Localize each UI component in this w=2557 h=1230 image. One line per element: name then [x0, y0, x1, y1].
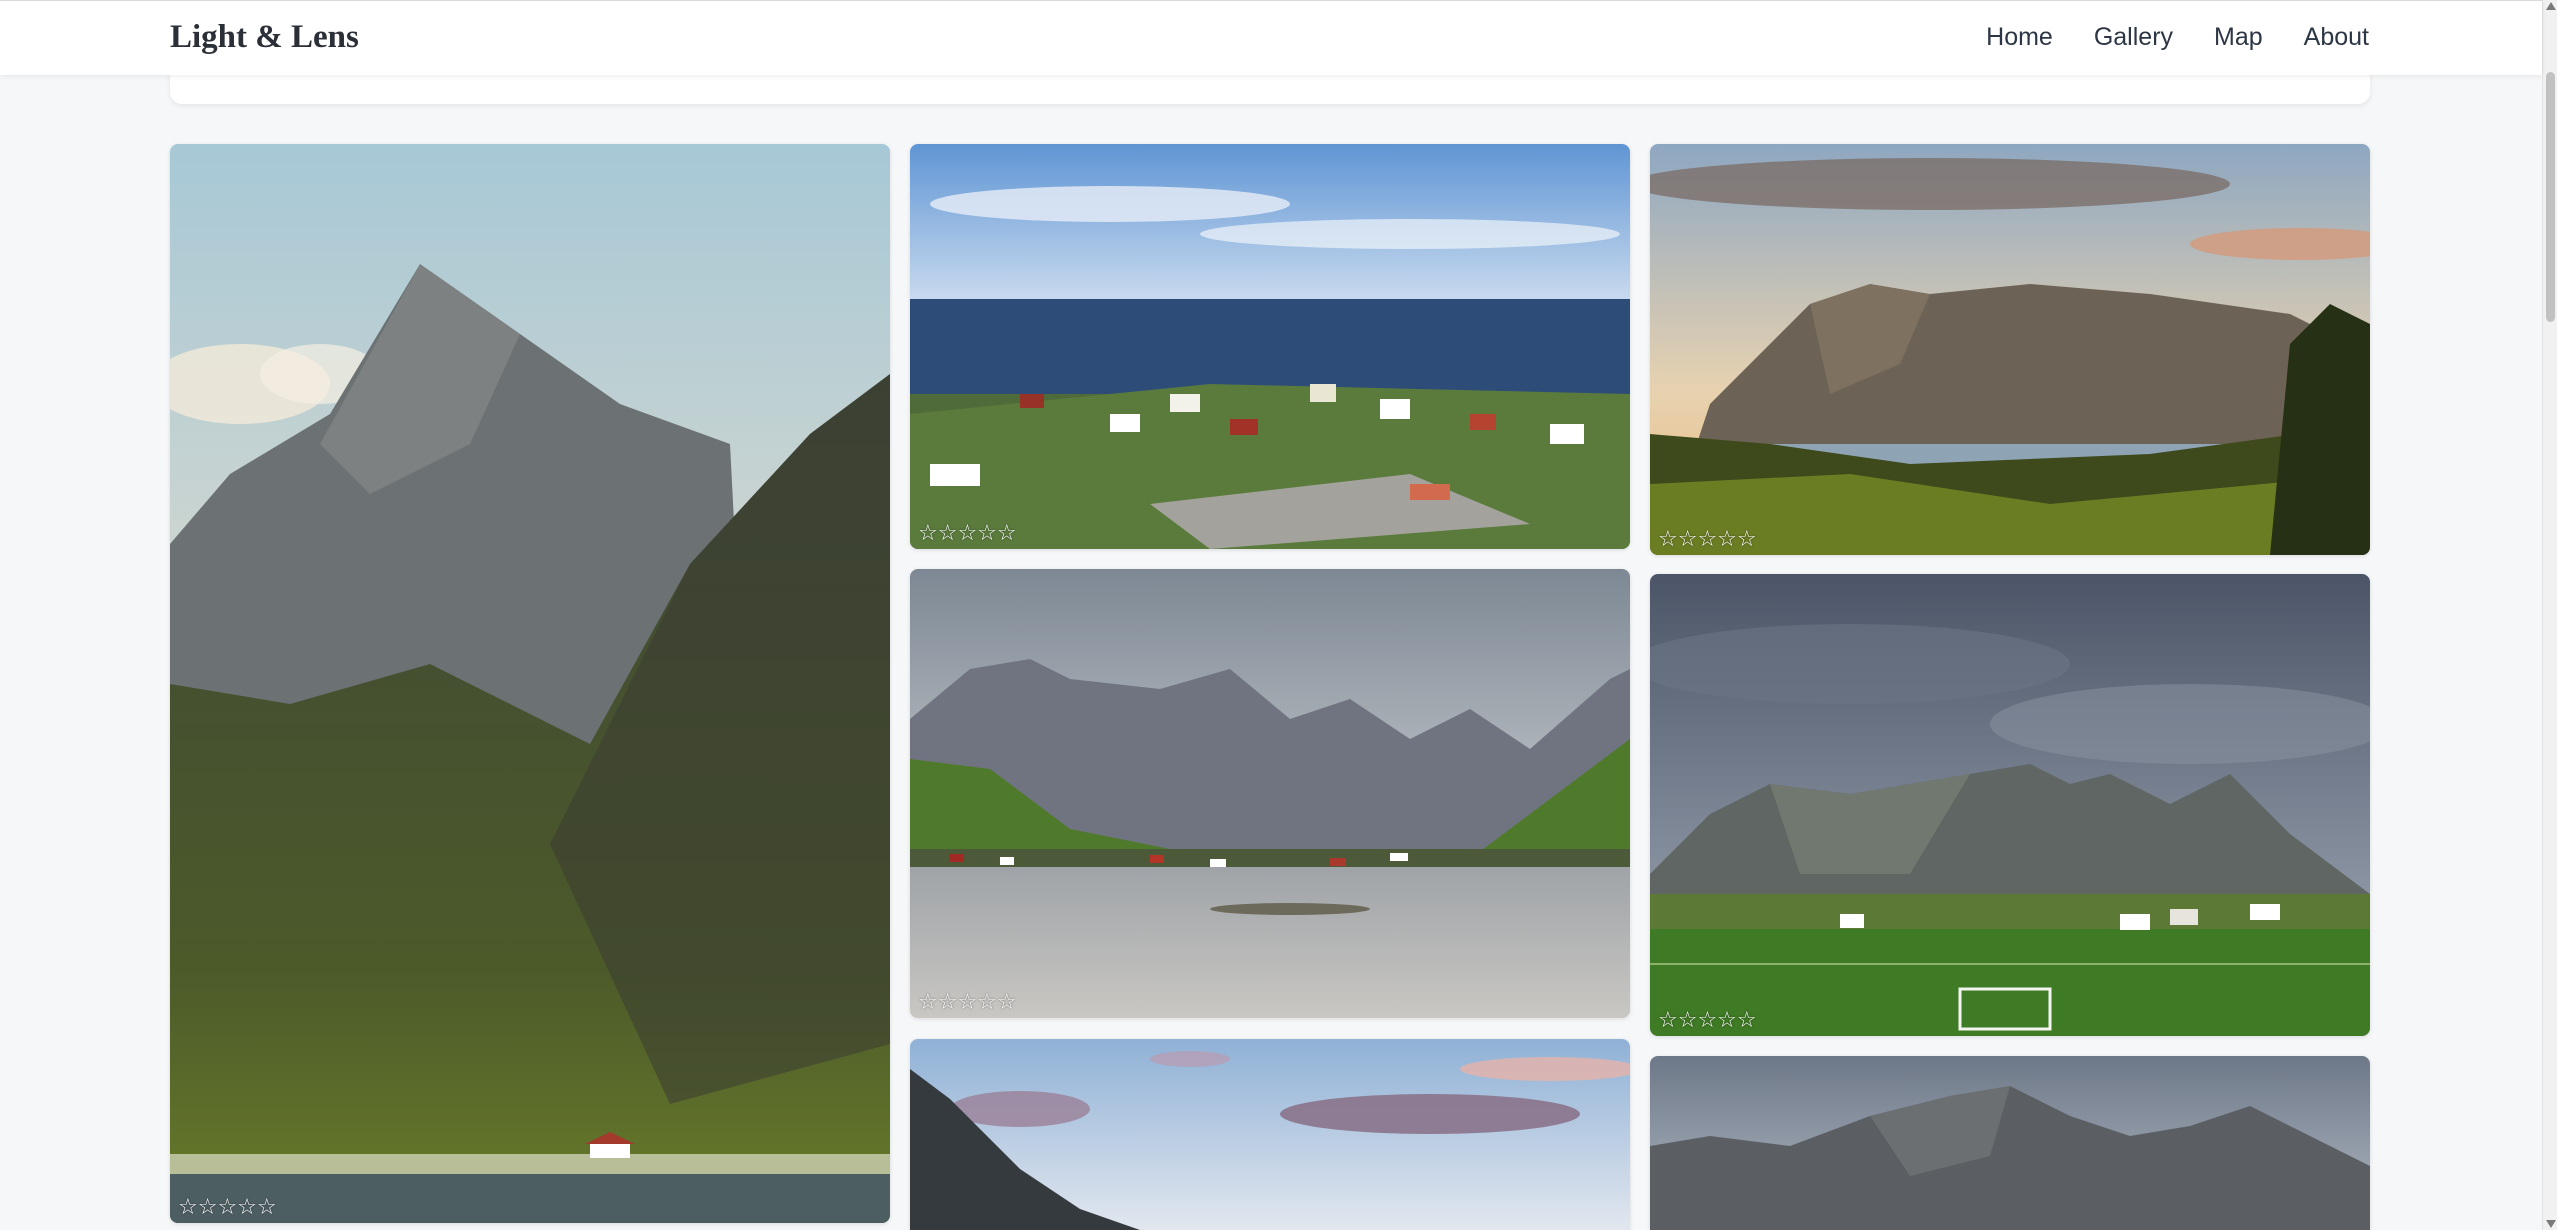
empty-star-icon[interactable]: ☆☆☆☆☆ [918, 523, 1017, 545]
coastal-village-photo [910, 144, 1630, 549]
rating-stars[interactable]: ☆☆☆☆☆ [1658, 529, 1757, 551]
empty-star-icon[interactable]: ☆☆☆☆☆ [918, 992, 1017, 1014]
photo-card-mountain-peak[interactable]: ☆☆☆☆☆ [170, 144, 890, 1223]
nav-links: Home Gallery Map About [1986, 23, 2369, 52]
sunset-mountain-photo [1650, 144, 2370, 555]
empty-star-icon[interactable]: ☆☆☆☆☆ [1658, 529, 1757, 551]
rocky-peaks-photo [1650, 1056, 2370, 1230]
nav-link-about[interactable]: About [2304, 23, 2369, 52]
vertical-scrollbar[interactable] [2542, 0, 2557, 1230]
nav-link-map[interactable]: Map [2214, 23, 2263, 52]
rating-stars[interactable]: ☆☆☆☆☆ [918, 523, 1017, 545]
scroll-down-arrow-icon[interactable] [2546, 1220, 2556, 1228]
scroll-up-arrow-icon[interactable] [2546, 2, 2556, 10]
photo-card-football-field[interactable]: ☆☆☆☆☆ [1650, 574, 2370, 1036]
pink-clouds-photo [910, 1039, 1630, 1230]
photo-card-coastal-village[interactable]: ☆☆☆☆☆ [910, 144, 1630, 549]
fjord-village-photo [910, 569, 1630, 1018]
navbar: Light & Lens Home Gallery Map About [0, 0, 2542, 75]
rating-stars[interactable]: ☆☆☆☆☆ [918, 992, 1017, 1014]
empty-star-icon[interactable]: ☆☆☆☆☆ [1658, 1010, 1757, 1032]
rating-stars[interactable]: ☆☆☆☆☆ [178, 1197, 277, 1219]
photo-card-rocky-peaks[interactable] [1650, 1056, 2370, 1230]
rating-stars[interactable]: ☆☆☆☆☆ [1658, 1010, 1757, 1032]
mountain-peak-photo [170, 144, 890, 1223]
brand-logo[interactable]: Light & Lens [170, 19, 359, 56]
empty-star-icon[interactable]: ☆☆☆☆☆ [178, 1197, 277, 1219]
football-field-photo [1650, 574, 2370, 1036]
nav-link-gallery[interactable]: Gallery [2094, 23, 2173, 52]
nav-link-home[interactable]: Home [1986, 23, 2053, 52]
photo-card-pink-clouds[interactable] [910, 1039, 1630, 1230]
photo-card-sunset-mountain[interactable]: ☆☆☆☆☆ [1650, 144, 2370, 555]
scrollbar-thumb[interactable] [2546, 72, 2555, 322]
photo-card-fjord-village[interactable]: ☆☆☆☆☆ [910, 569, 1630, 1018]
